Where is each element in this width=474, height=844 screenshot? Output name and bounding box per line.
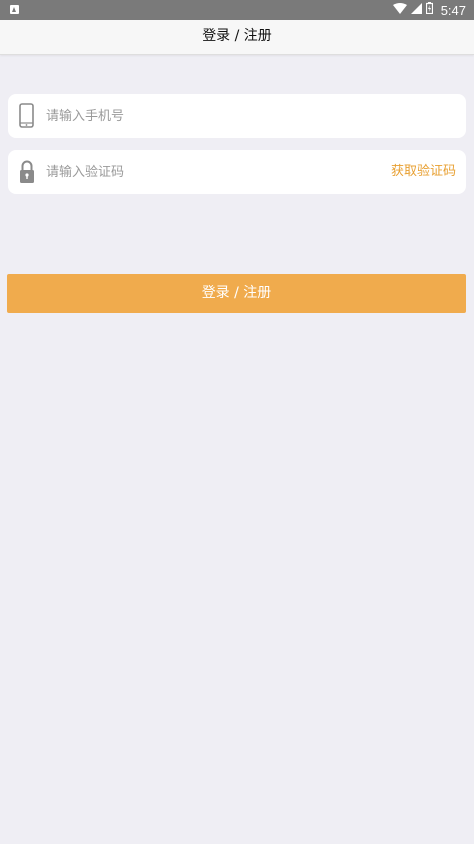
- notification-icon: [10, 5, 19, 14]
- status-bar: 5:47: [0, 0, 474, 20]
- header-bar: 登录 / 注册: [0, 20, 474, 55]
- status-icons: 5:47: [392, 0, 466, 20]
- get-code-button[interactable]: 获取验证码: [391, 150, 456, 194]
- battery-icon: [425, 2, 433, 18]
- login-register-button[interactable]: 登录 / 注册: [7, 274, 466, 313]
- wifi-icon: [392, 2, 407, 18]
- signal-icon: [410, 2, 422, 18]
- lock-icon: [18, 159, 36, 185]
- status-time: 5:47: [440, 2, 466, 18]
- code-field-card: 获取验证码: [8, 150, 466, 194]
- phone-input[interactable]: [46, 94, 376, 138]
- page-title: 登录 / 注册: [202, 28, 272, 44]
- phone-field-card: [8, 94, 466, 138]
- code-input[interactable]: [46, 150, 376, 194]
- phone-icon: [18, 103, 36, 129]
